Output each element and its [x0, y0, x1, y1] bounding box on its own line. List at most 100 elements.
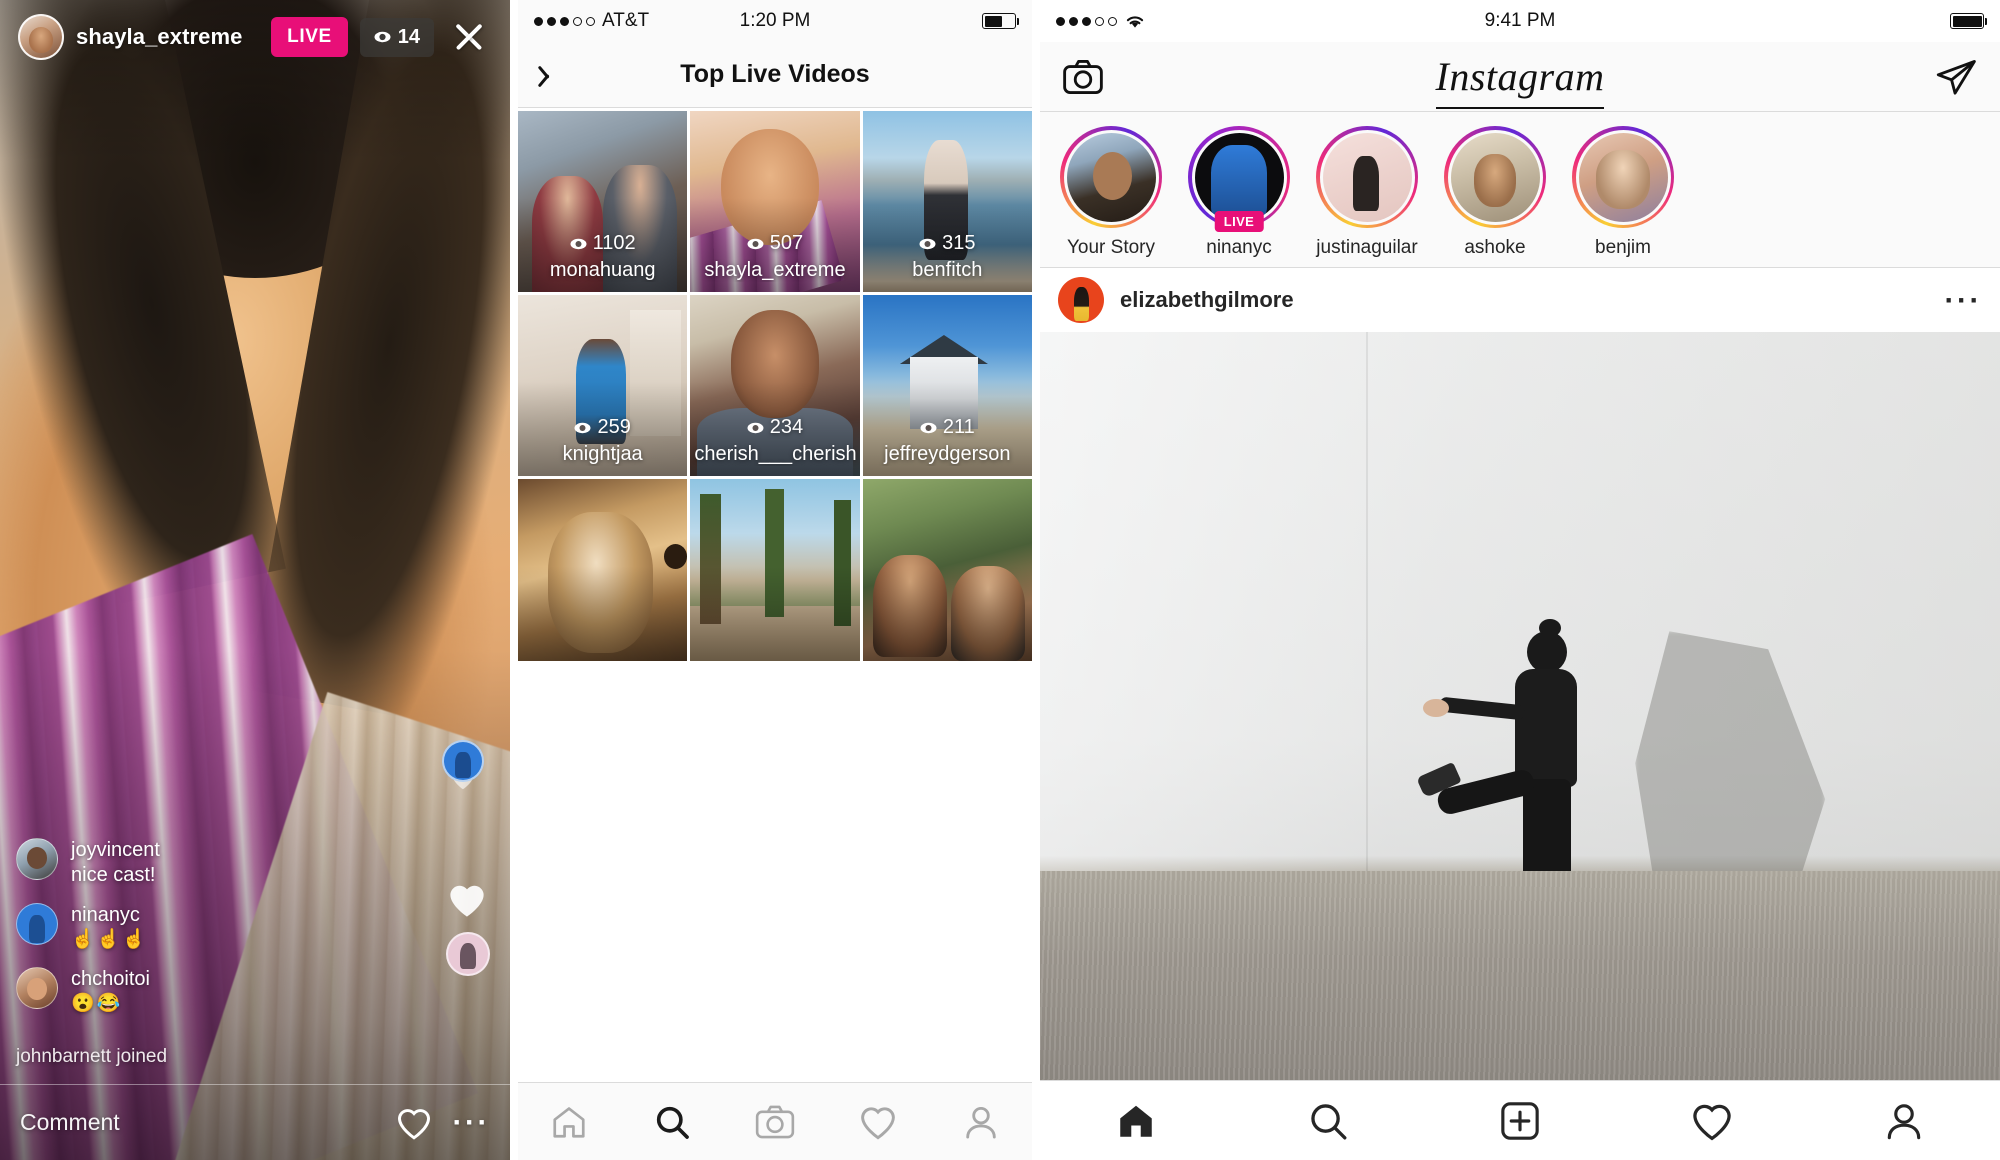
camera-tab[interactable] [740, 1094, 810, 1150]
direct-message-icon[interactable] [1934, 58, 1978, 96]
profile-tab[interactable] [1868, 1092, 1940, 1150]
list-item: ninanyc ☝☝☝ [16, 902, 494, 953]
comment-text: ☝☝☝ [71, 928, 148, 950]
video-username: shayla_extreme [704, 259, 846, 282]
activity-tab[interactable] [843, 1094, 913, 1150]
live-comments-list: joyvincent nice cast! ninanyc ☝☝☝ chchoi… [0, 837, 510, 1032]
instagram-header: Instagram [1040, 42, 2000, 112]
instagram-logo: Instagram [1040, 53, 2000, 109]
video-tile[interactable] [862, 479, 1032, 661]
activity-tab[interactable] [1676, 1092, 1748, 1150]
list-item: chchoitoi 😮😂 [16, 967, 494, 1017]
comment-username[interactable]: ninanyc [71, 903, 148, 928]
comment-username[interactable]: chchoitoi [71, 967, 150, 992]
video-tile[interactable]: 234 cherish___cherish [690, 295, 860, 477]
story-username: ashoke [1464, 237, 1526, 258]
avatar[interactable] [1058, 277, 1104, 323]
broadcaster-username[interactable]: shayla_extreme [76, 24, 243, 50]
comment-username[interactable]: joyvincent [71, 838, 160, 863]
video-grid: 1102 monahuang 507 shayla_extreme 315 be… [518, 108, 1032, 1082]
avatar[interactable] [16, 837, 58, 880]
heart-icon[interactable] [395, 1106, 433, 1140]
profile-tab[interactable] [946, 1094, 1016, 1150]
wifi-icon [1124, 13, 1146, 29]
story-username: justinaguilar [1316, 237, 1418, 258]
list-item: joyvincent nice cast! [16, 837, 494, 888]
video-tile[interactable]: 259 knightjaa [518, 295, 688, 477]
avatar [1066, 132, 1156, 222]
live-badge: LIVE [271, 17, 348, 57]
three-panel-screenshot: shayla_extreme LIVE 14 joyvincent nice c… [0, 0, 2000, 1160]
view-count: 259 [597, 416, 631, 439]
close-icon[interactable] [446, 14, 492, 60]
view-count: 507 [769, 232, 804, 255]
video-username: knightjaa [562, 443, 643, 466]
video-username: monahuang [549, 259, 656, 282]
avatar [1450, 132, 1540, 222]
live-broadcast-panel: shayla_extreme LIVE 14 joyvincent nice c… [0, 0, 510, 1160]
more-options-icon[interactable]: ··· [1945, 285, 1982, 315]
video-tile[interactable]: 211 jeffreydgerson [862, 295, 1032, 477]
video-tile[interactable]: 1102 monahuang [518, 111, 688, 293]
status-bar: 9:41 PM [1040, 0, 2000, 42]
story-username: benjim [1595, 237, 1651, 258]
viewer-count-badge[interactable]: 14 [359, 17, 434, 57]
instagram-feed-panel: 9:41 PM Instagram Your Story LIVE ninany… [1040, 0, 2000, 1160]
signal-strength-icon [534, 16, 595, 26]
live-top-bar: shayla_extreme LIVE 14 [0, 0, 510, 74]
avatar [1322, 132, 1412, 222]
stories-tray[interactable]: Your Story LIVE ninanyc justinaguilar as… [1040, 112, 2000, 268]
comment-text: 😮😂 [71, 993, 123, 1015]
viewer-count-value: 14 [397, 25, 420, 48]
back-chevron-icon[interactable] [534, 59, 566, 91]
search-tab[interactable] [637, 1094, 707, 1150]
battery-icon [1950, 13, 1988, 29]
eye-icon [374, 31, 391, 43]
video-username: cherish___cherish [694, 443, 857, 466]
comment-input[interactable]: Comment [20, 1109, 395, 1136]
avatar[interactable] [16, 967, 58, 1010]
top-live-videos-panel: AT&T 1:20 PM Top Live Videos 1102 monahu… [510, 0, 1040, 1160]
bottom-tab-bar [518, 1082, 1032, 1160]
page-title: Top Live Videos [680, 60, 870, 88]
video-tile[interactable]: 507 shayla_extreme [690, 111, 860, 293]
signal-strength-icon [1056, 16, 1117, 26]
video-tile[interactable] [690, 479, 860, 661]
story-item[interactable]: benjim [1568, 126, 1678, 259]
avatar [1578, 132, 1668, 222]
video-username: benfitch [912, 259, 983, 282]
add-tab[interactable] [1484, 1092, 1556, 1150]
story-username: ninanyc [1206, 237, 1272, 258]
avatar [1194, 132, 1284, 222]
carrier-label: AT&T [602, 10, 650, 31]
post-username[interactable]: elizabethgilmore [1120, 287, 1929, 313]
video-tile[interactable]: 315 benfitch [862, 111, 1032, 293]
video-username: jeffreydgerson [884, 443, 1011, 466]
home-tab[interactable] [534, 1094, 604, 1150]
status-bar: AT&T 1:20 PM [518, 0, 1032, 42]
broadcaster-avatar[interactable] [18, 14, 64, 60]
nav-header: Top Live Videos [518, 42, 1032, 108]
home-tab[interactable] [1100, 1092, 1172, 1150]
join-notice: johnbarnett joined [16, 1046, 168, 1067]
story-live-badge: LIVE [1214, 211, 1264, 232]
post-header: elizabethgilmore ··· [1040, 268, 2000, 332]
search-tab[interactable] [1292, 1092, 1364, 1150]
bottom-tab-bar [1040, 1080, 2000, 1160]
more-options-icon[interactable]: ··· [453, 1107, 490, 1137]
post-image[interactable] [1040, 332, 2000, 1080]
view-count: 1102 [592, 232, 636, 255]
story-item[interactable]: Your Story [1056, 126, 1166, 259]
view-count: 315 [942, 232, 976, 255]
story-item[interactable]: justinaguilar [1312, 126, 1422, 259]
camera-icon[interactable] [1062, 58, 1104, 96]
avatar[interactable] [16, 902, 58, 945]
clock: 9:41 PM [1484, 10, 1556, 31]
view-count: 211 [942, 416, 975, 439]
story-item[interactable]: ashoke [1440, 126, 1550, 259]
live-comment-bar: Comment ··· [0, 1084, 510, 1160]
story-item[interactable]: LIVE ninanyc [1184, 126, 1294, 259]
view-count: 234 [769, 416, 804, 439]
comment-text: nice cast! [71, 863, 156, 886]
video-tile[interactable] [518, 479, 688, 661]
